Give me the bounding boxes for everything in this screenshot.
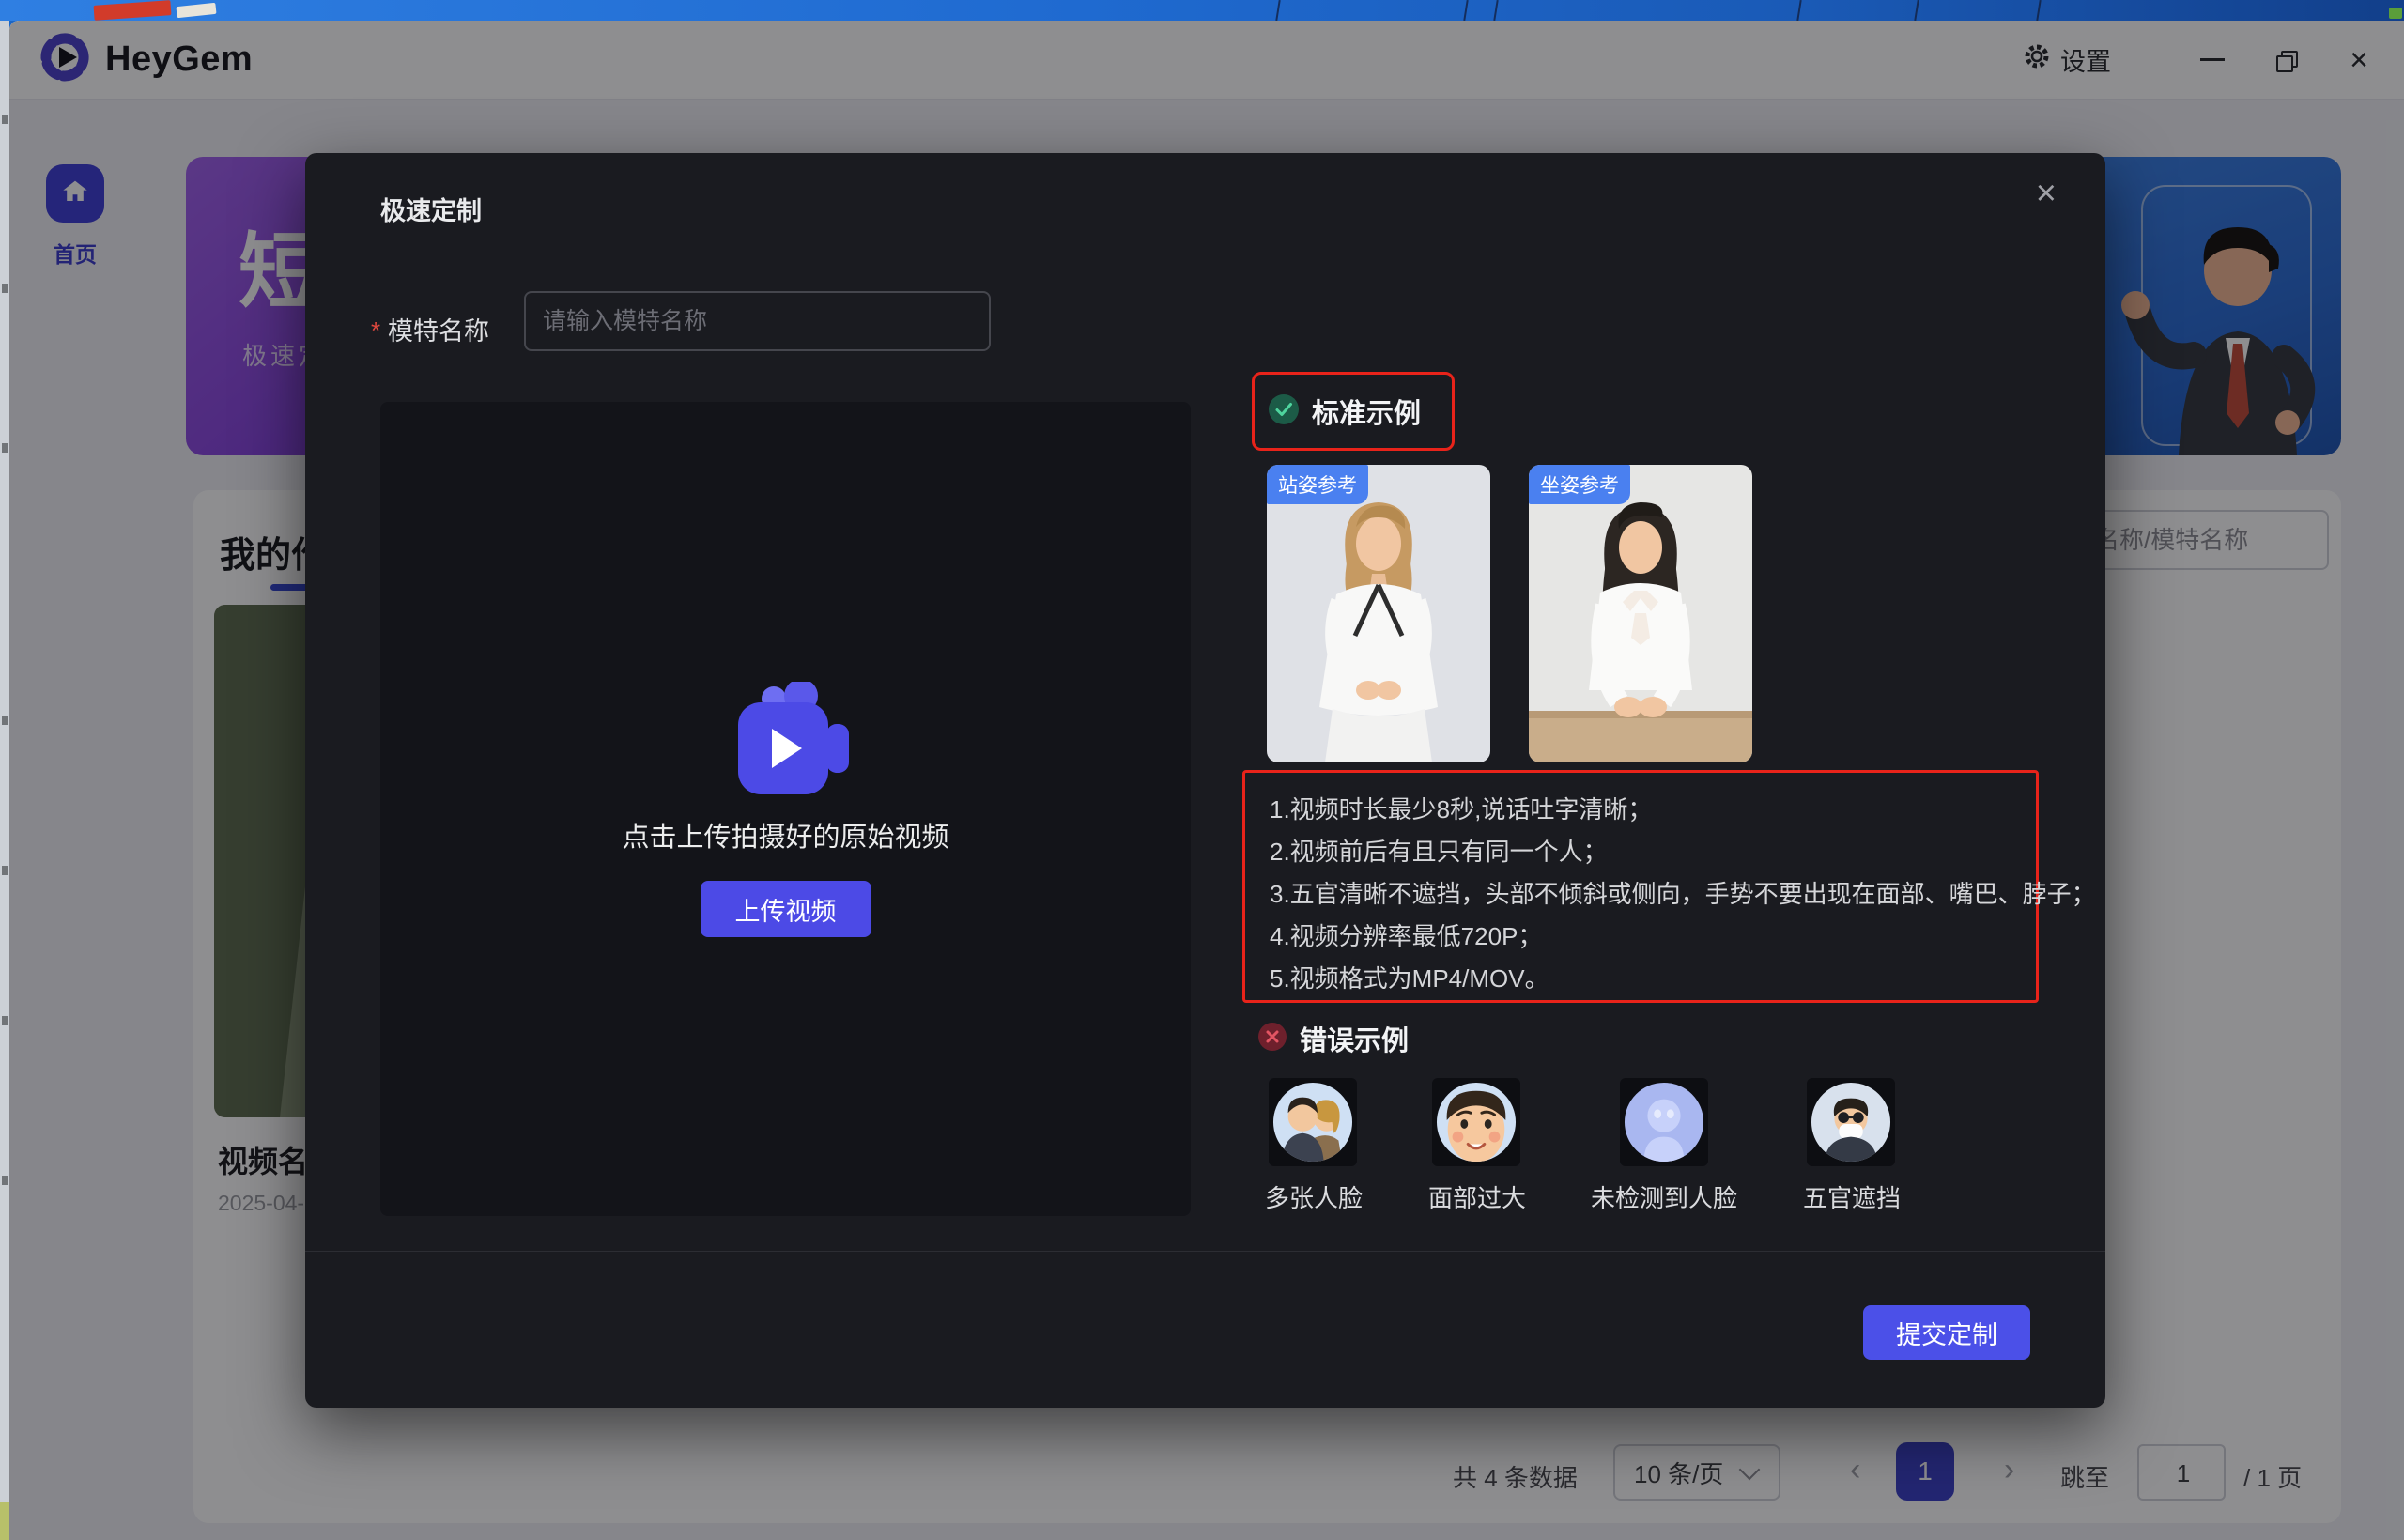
error-example-no-face: 未检测到人脸 — [1584, 1078, 1744, 1214]
occluded-face-icon — [1807, 1078, 1895, 1166]
video-requirements-list: 1.视频时长最少8秒,说话吐字清晰； 2.视频前后有且只有同一个人； 3.五官清… — [1242, 770, 2039, 1003]
face-too-large-icon — [1432, 1078, 1520, 1166]
rule-item: 4.视频分辨率最低720P； — [1270, 916, 2026, 958]
error-example-occluded-face: 五官遮挡 — [1803, 1078, 1899, 1214]
standard-example-highlight: 标准示例 — [1252, 372, 1455, 451]
check-circle-icon — [1268, 393, 1300, 430]
wallpaper-white-shape — [176, 3, 216, 18]
rule-item: 2.视频前后有且只有同一个人； — [1270, 831, 2026, 873]
model-name-label: 模特名称 — [388, 311, 489, 347]
rule-item: 3.五官清晰不遮挡，头部不倾斜或侧向，手势不要出现在面部、嘴巴、脖子； — [1270, 873, 2026, 916]
upload-video-button[interactable]: 上传视频 — [701, 881, 871, 937]
wallpaper-red-shape — [94, 0, 172, 21]
wallpaper-line — [2036, 0, 2041, 21]
modal-close-icon[interactable]: × — [2036, 176, 2057, 211]
sitting-pose-badge: 坐姿参考 — [1529, 465, 1630, 504]
wallpaper-line — [1493, 0, 1498, 21]
no-face-detected-icon — [1620, 1078, 1708, 1166]
error-example-multiple-faces: 多张人脸 — [1265, 1078, 1361, 1214]
wallpaper-line — [1463, 0, 1468, 21]
error-example-face-too-large: 面部过大 — [1428, 1078, 1524, 1214]
x-circle-icon — [1257, 1022, 1287, 1056]
submit-custom-button[interactable]: 提交定制 — [1863, 1305, 2030, 1360]
desktop-edge-strip — [0, 21, 9, 1540]
multiple-faces-icon — [1269, 1078, 1357, 1166]
video-upload-dropzone[interactable]: 点击上传拍摄好的原始视频 上传视频 — [380, 402, 1191, 1216]
desktop-wallpaper-top — [0, 0, 2404, 21]
wallpaper-line — [1914, 0, 1919, 21]
modal-title: 极速定制 — [380, 191, 482, 227]
error-example-header: 错误示例 — [1257, 1019, 1409, 1058]
error-example-label: 错误示例 — [1300, 1019, 1409, 1058]
rule-item: 1.视频时长最少8秒,说话吐字清晰； — [1270, 789, 2026, 831]
model-name-input[interactable] — [524, 291, 991, 351]
quick-custom-modal: 极速定制 × * 模特名称 点击上传拍摄好的原始视频 上传视频 — [305, 153, 2105, 1408]
wallpaper-line — [1275, 0, 1280, 21]
standing-pose-badge: 站姿参考 — [1267, 465, 1368, 504]
standard-example-label: 标准示例 — [1312, 392, 1421, 431]
video-camera-icon — [706, 682, 866, 801]
rule-item: 5.视频格式为MP4/MOV。 — [1270, 958, 2026, 1000]
wallpaper-green-shape — [2389, 8, 2402, 19]
required-mark: * — [371, 316, 380, 346]
modal-footer-divider — [305, 1251, 2105, 1252]
wallpaper-line — [1796, 0, 1801, 21]
standing-pose-example: 站姿参考 — [1267, 465, 1490, 762]
sitting-pose-example: 坐姿参考 — [1529, 465, 1752, 762]
app-window: HeyGem 设置 × 首页 短 极速定 — [9, 21, 2404, 1540]
upload-hint: 点击上传拍摄好的原始视频 — [380, 815, 1191, 855]
